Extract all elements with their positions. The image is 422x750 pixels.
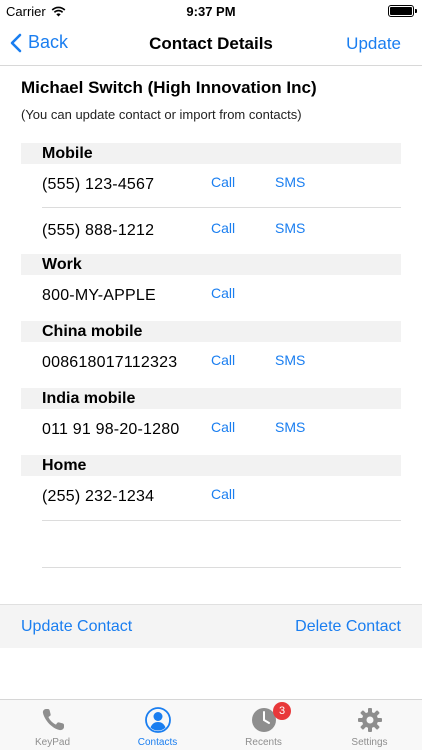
phone-row: (555) 888-1212 Call SMS: [21, 208, 401, 254]
phone-number: 011 91 98-20-1280: [42, 421, 180, 438]
delete-contact-button[interactable]: Delete Contact: [295, 618, 401, 636]
call-button[interactable]: Call: [211, 174, 235, 190]
gear-icon: [357, 708, 382, 732]
call-button[interactable]: Call: [211, 285, 235, 301]
battery-icon: [388, 5, 417, 17]
tab-contacts[interactable]: Contacts: [105, 700, 210, 750]
contact-action-bar: Update Contact Delete Contact: [0, 604, 422, 648]
call-button[interactable]: Call: [211, 220, 235, 236]
call-button[interactable]: Call: [211, 352, 235, 368]
section-header-mobile: Mobile: [21, 143, 401, 164]
phone-number: (255) 232-1234: [42, 488, 155, 505]
row-divider: [42, 520, 401, 521]
status-bar: Carrier 9:37 PM: [0, 0, 422, 22]
contacts-icon: [144, 707, 171, 733]
tab-label: Recents: [245, 737, 282, 748]
back-label: Back: [28, 32, 69, 52]
phone-row: 008618017112323 Call SMS: [21, 342, 401, 388]
phone-icon: [42, 709, 64, 731]
call-button[interactable]: Call: [211, 419, 235, 435]
phone-number: 008618017112323: [42, 354, 178, 371]
back-button[interactable]: Back: [10, 32, 68, 53]
status-time: 9:37 PM: [186, 4, 236, 19]
update-button[interactable]: Update: [346, 34, 401, 54]
phone-list: Mobile (555) 123-4567 Call SMS (555) 888…: [21, 143, 401, 521]
section-header-india-mobile: India mobile: [21, 388, 401, 409]
navigation-bar: Back Contact Details Update: [0, 22, 422, 66]
tab-label: KeyPad: [34, 737, 71, 748]
sms-button[interactable]: SMS: [275, 220, 305, 236]
chevron-left-icon: [10, 33, 22, 52]
section-header-china-mobile: China mobile: [21, 321, 401, 342]
phone-row: 800-MY-APPLE Call: [21, 275, 401, 321]
tab-recents[interactable]: 3 Recents: [211, 700, 316, 750]
sms-button[interactable]: SMS: [275, 352, 305, 368]
tab-label: Settings: [351, 737, 388, 748]
update-contact-button[interactable]: Update Contact: [21, 618, 132, 636]
phone-number: (555) 123-4567: [42, 176, 155, 193]
sms-button[interactable]: SMS: [275, 419, 305, 435]
phone-row: 011 91 98-20-1280 Call SMS: [21, 409, 401, 455]
contact-name: Michael Switch (High Innovation Inc): [21, 78, 317, 97]
tab-settings[interactable]: Settings: [317, 700, 422, 750]
recents-badge: 3: [273, 702, 291, 720]
phone-row: (555) 123-4567 Call SMS: [21, 164, 401, 208]
section-header-work: Work: [21, 254, 401, 275]
phone-number: (555) 888-1212: [42, 222, 155, 239]
phone-number: 800-MY-APPLE: [42, 287, 156, 304]
tab-keypad[interactable]: KeyPad: [0, 700, 105, 750]
tab-bar: KeyPad Contacts 3 Recents Settings: [0, 699, 422, 750]
row-divider: [42, 567, 401, 568]
contact-hint: (You can update contact or import from c…: [21, 107, 302, 122]
sms-button[interactable]: SMS: [275, 174, 305, 190]
call-button[interactable]: Call: [211, 486, 235, 502]
phone-row: (255) 232-1234 Call: [21, 476, 401, 521]
section-header-home: Home: [21, 455, 401, 476]
tab-label: Contacts: [137, 737, 178, 748]
